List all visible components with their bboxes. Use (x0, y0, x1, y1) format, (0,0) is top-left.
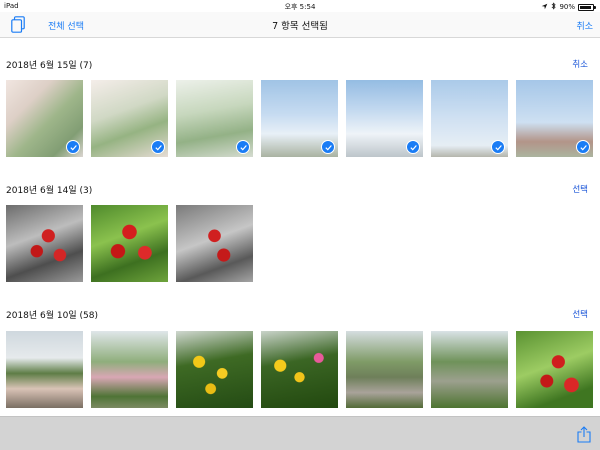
nav-bar: 전체 선택 7 항목 선택됨 취소 (0, 12, 600, 38)
section-header: 2018년 6월 10일 (58) 선택 (0, 308, 600, 322)
photo-row (6, 331, 593, 408)
section-select-button[interactable]: 선택 (572, 308, 588, 320)
photo-thumbnail[interactable] (261, 331, 338, 408)
battery-icon (578, 3, 596, 11)
section-header: 2018년 6월 15일 (7) 취소 (0, 58, 600, 72)
checkmark-icon (491, 140, 505, 154)
photo-thumbnail[interactable] (516, 331, 593, 408)
checkmark-icon (321, 140, 335, 154)
section-cancel-button[interactable]: 취소 (572, 58, 588, 70)
photo-thumbnail[interactable] (176, 80, 253, 157)
photo-thumbnail[interactable] (91, 331, 168, 408)
photo-thumbnail[interactable] (431, 80, 508, 157)
photo-thumbnail[interactable] (431, 331, 508, 408)
photo-row (6, 80, 593, 157)
photo-thumbnail[interactable] (346, 331, 423, 408)
page-title: 7 항목 선택됨 (272, 21, 328, 32)
photo-thumbnail[interactable] (6, 331, 83, 408)
checkmark-icon (151, 140, 165, 154)
photo-thumbnail[interactable] (176, 205, 253, 282)
photo-thumbnail[interactable] (261, 80, 338, 157)
share-icon[interactable] (577, 426, 591, 443)
checkmark-icon (236, 140, 250, 154)
photo-thumbnail[interactable] (346, 80, 423, 157)
checkmark-icon (66, 140, 80, 154)
section-select-button[interactable]: 선택 (572, 183, 588, 195)
checkmark-icon (576, 140, 590, 154)
status-time: 오후 5:54 (284, 3, 316, 11)
section-date: 2018년 6월 15일 (7) (6, 61, 93, 71)
status-bar: iPad 오후 5:54 90% (0, 0, 600, 12)
checkmark-icon (406, 140, 420, 154)
cancel-button[interactable]: 취소 (576, 19, 593, 32)
status-icons: 90% (541, 2, 596, 12)
photo-thumbnail[interactable] (516, 80, 593, 157)
battery-label: 90% (559, 3, 575, 11)
photo-thumbnail[interactable] (91, 80, 168, 157)
section-date: 2018년 6월 14일 (3) (6, 186, 93, 196)
location-icon (541, 3, 548, 12)
photo-thumbnail[interactable] (6, 205, 83, 282)
photo-thumbnail[interactable] (176, 331, 253, 408)
bluetooth-icon (551, 2, 557, 12)
photo-thumbnail[interactable] (91, 205, 168, 282)
bottom-toolbar (0, 416, 600, 450)
section-date: 2018년 6월 10일 (58) (6, 311, 98, 321)
photo-thumbnail[interactable] (6, 80, 83, 157)
section-header: 2018년 6월 14일 (3) 선택 (0, 183, 600, 197)
photo-row (6, 205, 253, 282)
battery-fill (580, 5, 591, 9)
